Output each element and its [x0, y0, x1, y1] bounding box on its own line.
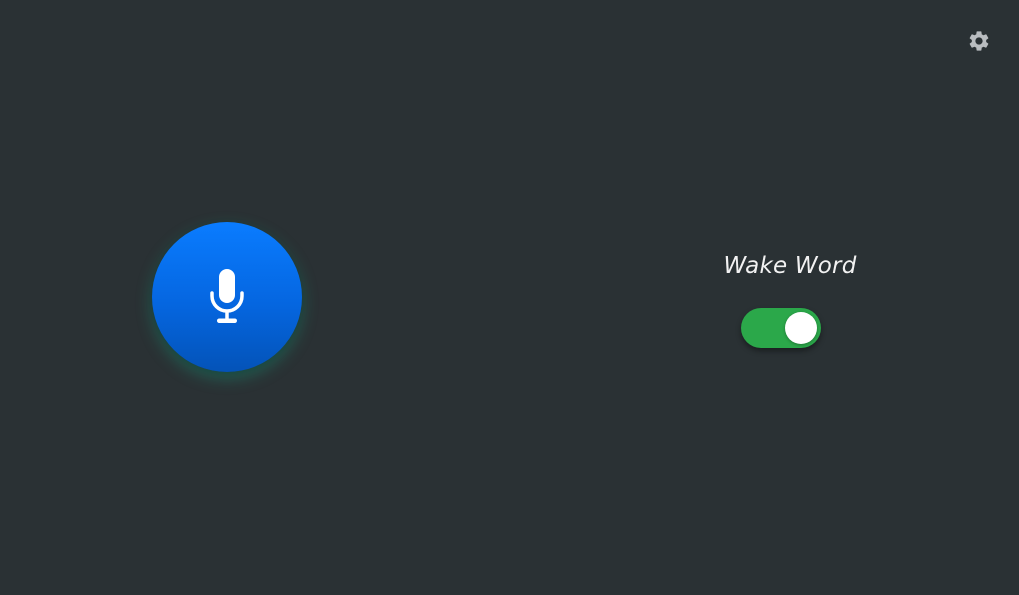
gear-icon [969, 31, 989, 51]
microphone-icon [210, 269, 244, 323]
wake-word-toggle[interactable] [741, 308, 821, 348]
toggle-knob [785, 312, 817, 344]
wake-word-label: Wake Word [723, 253, 857, 279]
settings-button[interactable] [966, 28, 992, 54]
app-root: Wake Word [0, 0, 1019, 595]
microphone-button[interactable] [152, 222, 302, 372]
